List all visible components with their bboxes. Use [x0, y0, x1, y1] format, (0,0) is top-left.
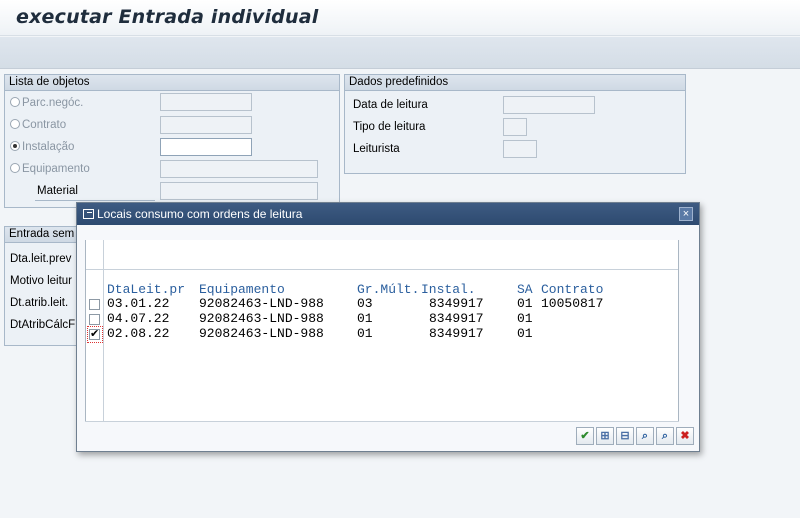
row-gr-mult[interactable]: 03 — [357, 296, 373, 311]
window-icon — [83, 209, 94, 219]
row-date[interactable]: 04.07.22 — [107, 311, 169, 326]
row-sa[interactable]: 01 — [517, 296, 533, 311]
lista-objetos-header: Lista de objetos — [5, 75, 339, 91]
select-block-button[interactable]: ⊞ — [596, 427, 614, 445]
radio-icon — [10, 163, 20, 173]
dialog-button-bar: ✔ ⊞ ⊟ ⌕ ⌕ ✖ — [576, 427, 694, 447]
entrada-header: Entrada sem — [5, 227, 83, 243]
material-field[interactable] — [160, 182, 318, 200]
row-checkbox[interactable] — [89, 299, 100, 310]
data-leitura-field[interactable] — [503, 96, 595, 114]
row-date[interactable]: 03.01.22 — [107, 296, 169, 311]
tipo-leitura-field[interactable] — [503, 118, 527, 136]
dados-predefinidos-panel: Dados predefinidos Data de leitura Tipo … — [344, 74, 686, 174]
ok-button[interactable]: ✔ — [576, 427, 594, 445]
dados-predefinidos-header: Dados predefinidos — [345, 75, 685, 91]
parc-negoc-field[interactable] — [160, 93, 252, 111]
equipamento-field[interactable] — [160, 160, 318, 178]
find-next-button[interactable]: ⌕ — [656, 427, 674, 445]
selection-list: DtaLeit.pr Equipamento Gr.Múlt. Instal. … — [85, 240, 679, 421]
row-date[interactable]: 02.08.22 — [107, 326, 169, 341]
lista-objetos-panel: Lista de objetos Parc.negóc. Contrato In… — [4, 74, 340, 208]
material-underline — [35, 200, 155, 201]
row-equipamento[interactable]: 92082463-LND-988 — [199, 296, 324, 311]
cancel-button[interactable]: ✖ — [676, 427, 694, 445]
col-header-date[interactable]: DtaLeit.pr — [107, 282, 185, 297]
select-block-icon: ⊞ — [600, 430, 610, 442]
locais-consumo-dialog: Locais consumo com ordens de leitura × D… — [76, 202, 700, 452]
col-header-instal[interactable]: Instal. — [421, 282, 476, 297]
close-button[interactable]: × — [679, 207, 693, 221]
col-header-equipamento[interactable]: Equipamento — [199, 282, 285, 297]
col-header-gr-mult[interactable]: Gr.Múlt. — [357, 282, 419, 297]
row-contrato[interactable]: 10050817 — [541, 296, 603, 311]
row-instal[interactable]: 8349917 — [429, 311, 484, 326]
binoculars-icon: ⌕ — [641, 430, 649, 442]
row-sa[interactable]: 01 — [517, 326, 533, 341]
row-checkbox-checked[interactable] — [89, 327, 100, 340]
find-button[interactable]: ⌕ — [636, 427, 654, 445]
radio-selected-icon — [10, 141, 20, 151]
radio-icon — [10, 119, 20, 129]
dialog-title: Locais consumo com ordens de leitura — [97, 207, 303, 221]
dialog-title-bar: Locais consumo com ordens de leitura × — [77, 203, 699, 225]
radio-icon — [10, 97, 20, 107]
row-equipamento[interactable]: 92082463-LND-988 — [199, 326, 324, 341]
list-bottom-border — [85, 421, 679, 422]
row-checkbox[interactable] — [89, 314, 100, 325]
col-header-sa[interactable]: SA — [517, 282, 533, 297]
row-sa[interactable]: 01 — [517, 311, 533, 326]
checkmark-icon: ✔ — [580, 430, 590, 442]
application-toolbar — [0, 37, 800, 69]
deselect-icon: ⊟ — [620, 430, 630, 442]
leiturista-field[interactable] — [503, 140, 537, 158]
binoculars-plus-icon: ⌕ — [661, 430, 669, 442]
cancel-icon: ✖ — [680, 430, 690, 442]
col-header-contrato[interactable]: Contrato — [541, 282, 603, 297]
row-gr-mult[interactable]: 01 — [357, 311, 373, 326]
row-gr-mult[interactable]: 01 — [357, 326, 373, 341]
deselect-button[interactable]: ⊟ — [616, 427, 634, 445]
row-equipamento[interactable]: 92082463-LND-988 — [199, 311, 324, 326]
title-bar: executar Entrada individual — [0, 0, 800, 36]
entrada-panel: Entrada sem Dta.leit.prev Motivo leitur … — [4, 226, 84, 346]
instalacao-field[interactable] — [160, 138, 252, 156]
page-title: executar Entrada individual — [16, 6, 319, 28]
row-instal[interactable]: 8349917 — [429, 326, 484, 341]
list-toolbar — [86, 240, 678, 270]
contrato-field[interactable] — [160, 116, 252, 134]
row-instal[interactable]: 8349917 — [429, 296, 484, 311]
